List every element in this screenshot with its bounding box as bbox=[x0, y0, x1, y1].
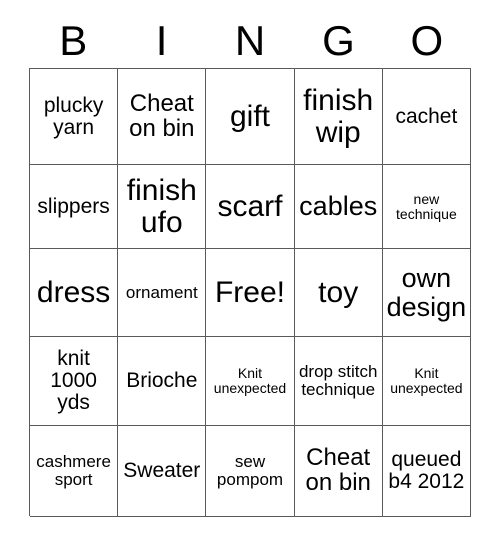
header-letter-n: N bbox=[234, 17, 266, 64]
bingo-cell[interactable]: Brioche bbox=[118, 337, 207, 426]
bingo-cell-label: new technique bbox=[396, 190, 457, 222]
bingo-cell-label: Cheat on bin bbox=[129, 89, 195, 142]
bingo-cell[interactable]: gift bbox=[206, 69, 295, 165]
bingo-cell-free[interactable]: Free! bbox=[206, 249, 295, 337]
bingo-cell-label: cashmere sport bbox=[36, 452, 111, 489]
bingo-cell[interactable]: cables bbox=[294, 165, 383, 249]
bingo-cell-label: finish ufo bbox=[126, 174, 197, 239]
bingo-cell[interactable]: Cheat on bin bbox=[118, 69, 207, 165]
bingo-cell[interactable]: new technique bbox=[382, 165, 471, 249]
bingo-cell[interactable]: ornament bbox=[118, 249, 207, 337]
bingo-cell[interactable]: queued b4 2012 bbox=[382, 426, 471, 517]
bingo-cell[interactable]: knit 1000 yds bbox=[30, 337, 119, 426]
bingo-cell-label: plucky yarn bbox=[43, 93, 104, 139]
bingo-cell[interactable]: finish wip bbox=[294, 69, 383, 165]
header-letter-g: G bbox=[322, 17, 355, 64]
bingo-cell-label: gift bbox=[229, 99, 270, 133]
bingo-cell-label: sew pompom bbox=[216, 452, 284, 489]
bingo-cell-label: Brioche bbox=[126, 369, 198, 393]
bingo-cell-label: queued b4 2012 bbox=[388, 448, 465, 493]
bingo-cell-label: Cheat on bin bbox=[305, 444, 371, 496]
bingo-grid: plucky yarn Cheat on bin gift finish wip… bbox=[29, 68, 471, 517]
bingo-cell-label: cables bbox=[299, 191, 378, 222]
bingo-cell[interactable]: cashmere sport bbox=[30, 426, 119, 517]
bingo-cell-label: knit 1000 yds bbox=[50, 347, 97, 414]
bingo-cell[interactable]: slippers bbox=[30, 165, 119, 249]
header-letter-b: B bbox=[59, 17, 88, 64]
header-letter-o: O bbox=[410, 17, 444, 64]
bingo-cell-label: own design bbox=[386, 263, 467, 322]
bingo-cell[interactable]: scarf bbox=[206, 165, 295, 249]
bingo-cell[interactable]: plucky yarn bbox=[30, 69, 119, 165]
bingo-cell[interactable]: sew pompom bbox=[206, 426, 295, 517]
bingo-cell[interactable]: dress bbox=[30, 249, 119, 337]
bingo-cell-label: cachet bbox=[395, 104, 458, 128]
bingo-cell[interactable]: cachet bbox=[382, 69, 471, 165]
bingo-cell[interactable]: Knit unexpected bbox=[382, 337, 471, 426]
bingo-cell[interactable]: Knit unexpected bbox=[206, 337, 295, 426]
bingo-cell[interactable]: Cheat on bin bbox=[294, 426, 383, 517]
bingo-cell-label: ornament bbox=[125, 282, 198, 302]
bingo-cell[interactable]: own design bbox=[382, 249, 471, 337]
bingo-cell-label: slippers bbox=[37, 194, 110, 218]
bingo-cell[interactable]: Sweater bbox=[118, 426, 207, 517]
bingo-cell-label: Knit unexpected bbox=[390, 365, 463, 396]
bingo-cell[interactable]: finish ufo bbox=[118, 165, 207, 249]
bingo-cell-label: drop stitch technique bbox=[298, 362, 378, 399]
bingo-cell-label: scarf bbox=[217, 189, 283, 223]
bingo-cell-label: dress bbox=[36, 275, 111, 309]
bingo-cell[interactable]: drop stitch technique bbox=[294, 337, 383, 426]
header-letter-i: I bbox=[155, 17, 168, 64]
bingo-cell-label: toy bbox=[318, 275, 359, 309]
bingo-cell-label: finish wip bbox=[303, 84, 374, 149]
bingo-card: B I N G O plucky yarn Cheat on bin gift … bbox=[0, 0, 500, 544]
bingo-cell-label: Knit unexpected bbox=[213, 365, 287, 396]
bingo-cell-label: Sweater bbox=[123, 459, 201, 483]
bingo-cell[interactable]: toy bbox=[294, 249, 383, 337]
bingo-cell-label: Free! bbox=[214, 275, 285, 309]
bingo-header-row: B I N G O bbox=[29, 14, 471, 68]
